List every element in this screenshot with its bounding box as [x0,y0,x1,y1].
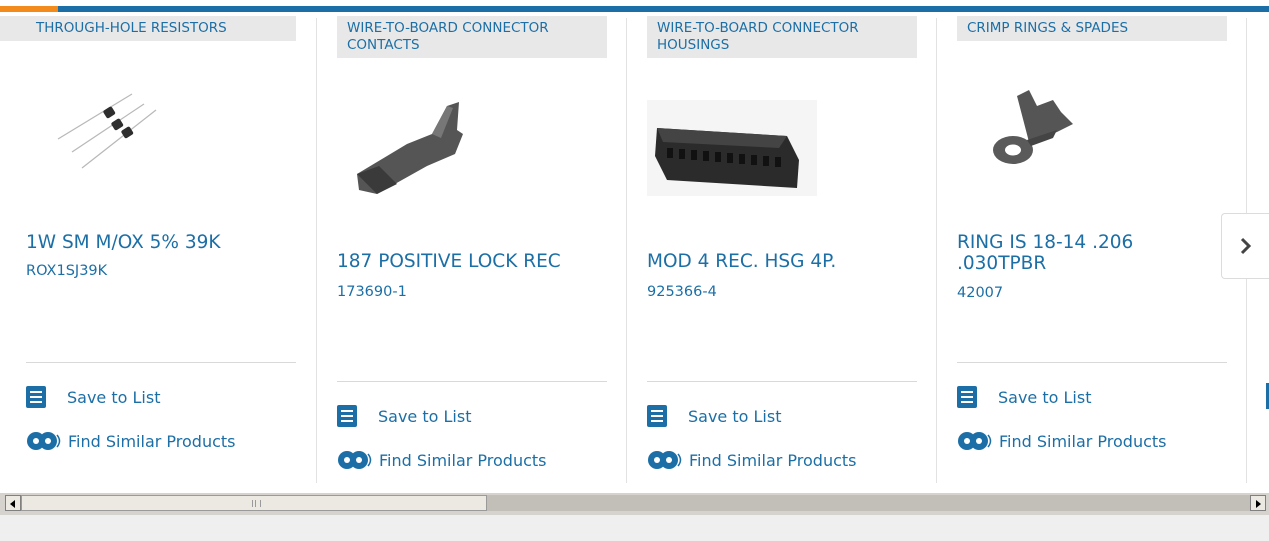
product-card: WIRE-TO-BOARD CONNECTOR HOUSINGS MOD 4 R… [647,12,917,487]
scroll-right-button[interactable] [1250,495,1266,511]
card-divider [26,362,296,363]
connector-housing-image[interactable] [647,100,917,210]
gears-icon [338,451,372,469]
save-to-list-label: Save to List [378,406,472,426]
card-separator [936,18,937,483]
product-name[interactable]: 1W SM M/OX 5% 39K [26,232,296,253]
product-card: WIRE-TO-BOARD CONNECTOR CONTACTS 187 POS… [337,12,607,487]
card-separator [316,18,317,483]
top-accent-bar [0,0,1269,12]
gears-icon [648,451,682,469]
ring-terminal-image[interactable] [957,84,1227,194]
horizontal-scrollbar[interactable] [0,493,1269,515]
find-similar-button[interactable]: Find Similar Products [26,428,236,454]
crimp-contact-image[interactable] [337,94,607,204]
chevron-right-icon [1240,237,1251,255]
part-number[interactable]: 42007 [957,285,1003,301]
arrow-left-icon [10,500,15,508]
find-similar-button[interactable]: Find Similar Products [337,447,547,473]
checklist-icon [647,405,667,427]
scrollbar-grip [252,500,261,507]
category-label[interactable]: CRIMP RINGS & SPADES [957,16,1227,41]
category-label[interactable]: WIRE-TO-BOARD CONNECTOR CONTACTS [337,16,607,58]
find-similar-label: Find Similar Products [999,431,1167,451]
part-number[interactable]: 925366-4 [647,284,717,300]
product-name[interactable]: MOD 4 REC. HSG 4P. [647,251,917,272]
product-card: CRIMP RINGS & SPADES RING IS 18-14 .206 … [957,12,1227,487]
card-divider [957,362,1227,363]
find-similar-label: Find Similar Products [689,450,857,470]
scrollbar-track[interactable] [487,495,1250,511]
save-to-list-label: Save to List [998,387,1092,407]
checklist-icon [957,386,977,408]
category-label[interactable]: THROUGH-HOLE RESISTORS [0,16,296,41]
product-name[interactable]: 187 POSITIVE LOCK REC [337,251,607,272]
part-number[interactable]: 173690-1 [337,284,407,300]
product-name[interactable]: RING IS 18-14 .206 .030TPBR [957,232,1227,274]
category-label[interactable]: WIRE-TO-BOARD CONNECTOR HOUSINGS [647,16,917,58]
save-to-list-button[interactable]: Save to List [26,385,160,409]
save-to-list-button[interactable]: Save to List [337,404,471,428]
checklist-icon [337,405,357,427]
find-similar-button[interactable]: Find Similar Products [957,428,1167,454]
card-divider [647,381,917,382]
find-similar-button[interactable]: Find Similar Products [647,447,857,473]
save-to-list-label: Save to List [688,406,782,426]
arrow-right-icon [1256,500,1261,508]
save-to-list-button[interactable]: Save to List [957,385,1091,409]
gears-icon [27,432,61,450]
save-to-list-label: Save to List [67,387,161,407]
footer-background [0,515,1269,541]
find-similar-label: Find Similar Products [379,450,547,470]
checklist-icon [26,386,46,408]
scroll-left-button[interactable] [5,495,21,511]
resistor-image[interactable] [26,84,296,194]
card-divider [337,381,607,382]
part-number[interactable]: ROX1SJ39K [26,263,107,279]
product-card: THROUGH-HOLE RESISTORS 1W SM M/OX 5% 39K… [0,12,296,487]
save-to-list-button[interactable]: Save to List [647,404,781,428]
gears-icon [958,432,992,450]
find-similar-label: Find Similar Products [68,431,236,451]
scrollbar-thumb[interactable] [21,495,487,511]
carousel-next-button[interactable] [1221,213,1269,279]
card-separator [626,18,627,483]
